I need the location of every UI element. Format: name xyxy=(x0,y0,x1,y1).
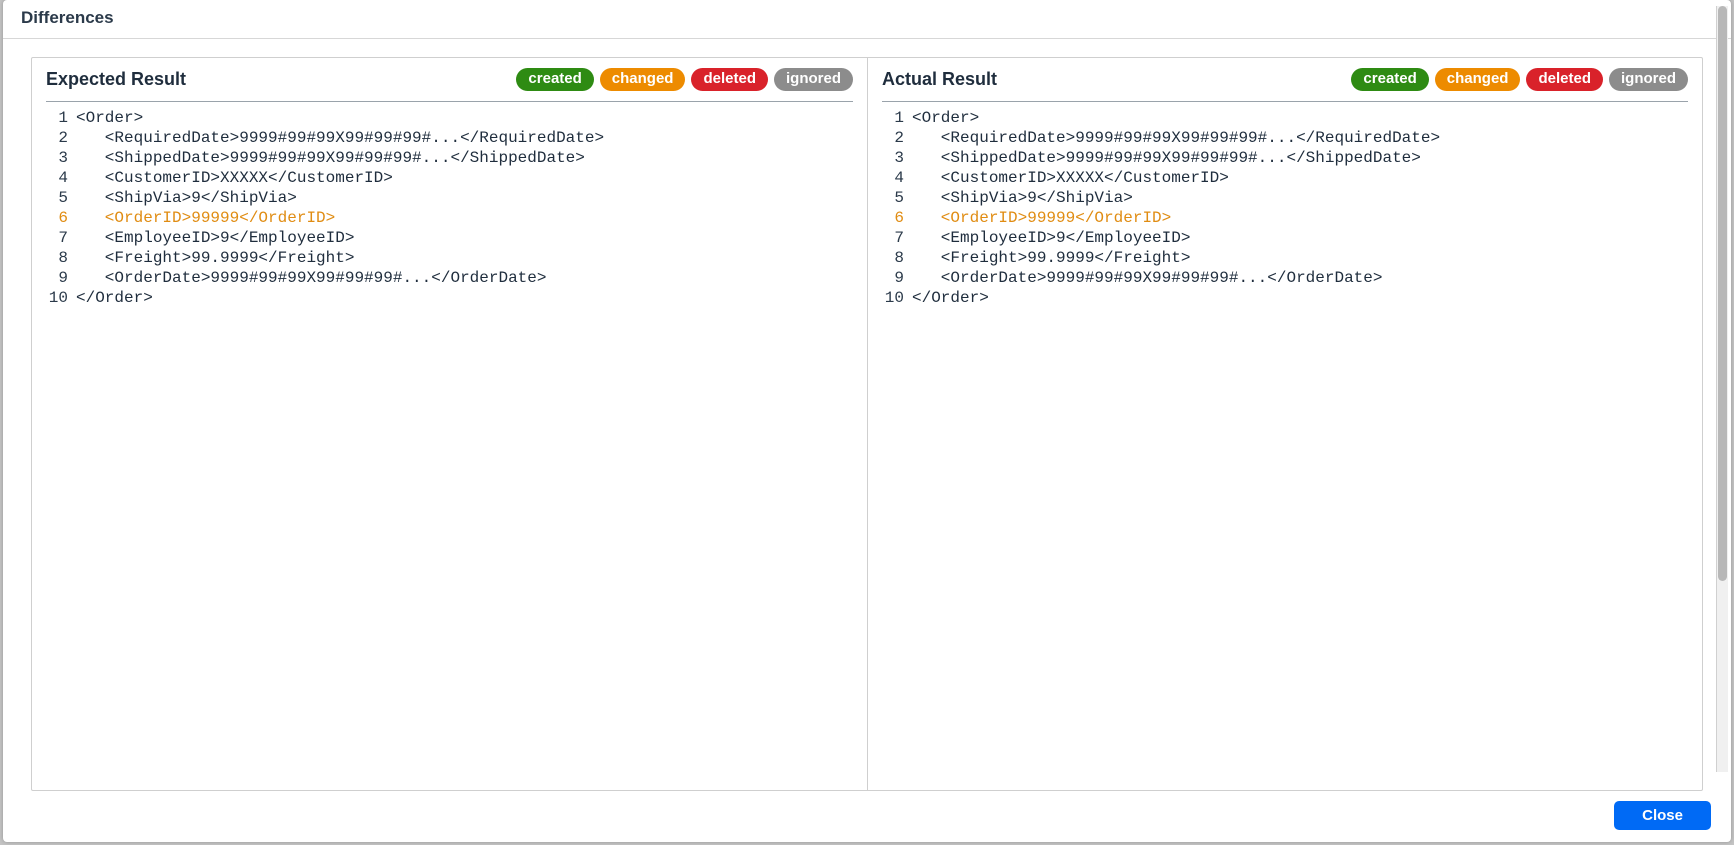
dialog-body: Expected Result created changed deleted … xyxy=(3,39,1731,791)
code-line[interactable]: 7 <EmployeeID>9</EmployeeID> xyxy=(32,228,867,248)
actual-separator xyxy=(882,101,1688,102)
expected-pane: Expected Result created changed deleted … xyxy=(32,58,867,790)
code-line[interactable]: 7 <EmployeeID>9</EmployeeID> xyxy=(868,228,1702,248)
line-text: <Freight>99.9999</Freight> xyxy=(910,248,1190,268)
code-line[interactable]: 8 <Freight>99.9999</Freight> xyxy=(32,248,867,268)
line-number: 9 xyxy=(46,268,74,288)
line-number: 8 xyxy=(46,248,74,268)
line-number: 2 xyxy=(882,128,910,148)
line-text: <EmployeeID>9</EmployeeID> xyxy=(74,228,354,248)
line-number: 7 xyxy=(882,228,910,248)
code-line[interactable]: 5 <ShipVia>9</ShipVia> xyxy=(32,188,867,208)
code-line[interactable]: 6 <OrderID>99999</OrderID> xyxy=(32,208,867,228)
line-text: <Freight>99.9999</Freight> xyxy=(74,248,354,268)
close-button[interactable]: Close xyxy=(1614,801,1711,830)
line-number: 2 xyxy=(46,128,74,148)
expected-pane-head: Expected Result created changed deleted … xyxy=(32,58,867,97)
line-number: 5 xyxy=(882,188,910,208)
line-text: <ShipVia>9</ShipVia> xyxy=(74,188,297,208)
badge-ignored[interactable]: ignored xyxy=(1609,68,1688,91)
code-line[interactable]: 5 <ShipVia>9</ShipVia> xyxy=(868,188,1702,208)
expected-badges: created changed deleted ignored xyxy=(516,68,853,91)
actual-pane-title: Actual Result xyxy=(882,69,1343,90)
code-line[interactable]: 8 <Freight>99.9999</Freight> xyxy=(868,248,1702,268)
code-line[interactable]: 1<Order> xyxy=(868,108,1702,128)
line-text: </Order> xyxy=(74,288,153,308)
line-text: <ShippedDate>9999#99#99X99#99#99#...</Sh… xyxy=(74,148,585,168)
line-text: <OrderID>99999</OrderID> xyxy=(910,208,1171,228)
line-number: 4 xyxy=(46,168,74,188)
line-text: <OrderDate>9999#99#99X99#99#99#...</Orde… xyxy=(74,268,546,288)
actual-badges: created changed deleted ignored xyxy=(1351,68,1688,91)
line-text: <RequiredDate>9999#99#99X99#99#99#...</R… xyxy=(910,128,1440,148)
line-number: 3 xyxy=(46,148,74,168)
actual-code[interactable]: 1<Order>2 <RequiredDate>9999#99#99X99#99… xyxy=(868,104,1702,790)
line-number: 10 xyxy=(46,288,74,308)
actual-pane: Actual Result created changed deleted ig… xyxy=(867,58,1702,790)
line-number: 3 xyxy=(882,148,910,168)
dialog-title: Differences xyxy=(3,0,1731,39)
expected-code[interactable]: 1<Order>2 <RequiredDate>9999#99#99X99#99… xyxy=(32,104,867,790)
line-number: 7 xyxy=(46,228,74,248)
badge-changed[interactable]: changed xyxy=(1435,68,1521,91)
line-number: 8 xyxy=(882,248,910,268)
dialog-footer: Close xyxy=(3,791,1731,842)
badge-created[interactable]: created xyxy=(516,68,593,91)
code-line[interactable]: 2 <RequiredDate>9999#99#99X99#99#99#...<… xyxy=(32,128,867,148)
badge-ignored[interactable]: ignored xyxy=(774,68,853,91)
line-text: <RequiredDate>9999#99#99X99#99#99#...</R… xyxy=(74,128,604,148)
scrollbar-thumb[interactable] xyxy=(1718,6,1727,581)
code-line[interactable]: 1<Order> xyxy=(32,108,867,128)
line-text: <OrderID>99999</OrderID> xyxy=(74,208,335,228)
expected-pane-title: Expected Result xyxy=(46,69,508,90)
line-text: <ShippedDate>9999#99#99X99#99#99#...</Sh… xyxy=(910,148,1421,168)
line-text: <OrderDate>9999#99#99X99#99#99#...</Orde… xyxy=(910,268,1382,288)
code-line[interactable]: 9 <OrderDate>9999#99#99X99#99#99#...</Or… xyxy=(32,268,867,288)
code-line[interactable]: 3 <ShippedDate>9999#99#99X99#99#99#...</… xyxy=(868,148,1702,168)
line-number: 1 xyxy=(882,108,910,128)
code-line[interactable]: 4 <CustomerID>XXXXX</CustomerID> xyxy=(32,168,867,188)
code-line[interactable]: 2 <RequiredDate>9999#99#99X99#99#99#...<… xyxy=(868,128,1702,148)
actual-pane-head: Actual Result created changed deleted ig… xyxy=(868,58,1702,97)
expected-separator xyxy=(46,101,853,102)
code-line[interactable]: 10</Order> xyxy=(32,288,867,308)
line-text: <ShipVia>9</ShipVia> xyxy=(910,188,1133,208)
badge-changed[interactable]: changed xyxy=(600,68,686,91)
line-number: 1 xyxy=(46,108,74,128)
code-line[interactable]: 6 <OrderID>99999</OrderID> xyxy=(868,208,1702,228)
badge-deleted[interactable]: deleted xyxy=(691,68,768,91)
differences-dialog: Differences Expected Result created chan… xyxy=(3,0,1731,842)
line-number: 9 xyxy=(882,268,910,288)
code-line[interactable]: 3 <ShippedDate>9999#99#99X99#99#99#...</… xyxy=(32,148,867,168)
line-text: <EmployeeID>9</EmployeeID> xyxy=(910,228,1190,248)
line-number: 6 xyxy=(46,208,74,228)
code-line[interactable]: 9 <OrderDate>9999#99#99X99#99#99#...</Or… xyxy=(868,268,1702,288)
line-number: 10 xyxy=(882,288,910,308)
line-text: <CustomerID>XXXXX</CustomerID> xyxy=(74,168,393,188)
compare-container: Expected Result created changed deleted … xyxy=(31,57,1703,791)
scrollbar-track[interactable] xyxy=(1716,6,1728,772)
line-number: 4 xyxy=(882,168,910,188)
line-text: <Order> xyxy=(74,108,143,128)
line-text: <Order> xyxy=(910,108,979,128)
line-text: </Order> xyxy=(910,288,989,308)
badge-deleted[interactable]: deleted xyxy=(1526,68,1603,91)
line-text: <CustomerID>XXXXX</CustomerID> xyxy=(910,168,1229,188)
line-number: 6 xyxy=(882,208,910,228)
code-line[interactable]: 10</Order> xyxy=(868,288,1702,308)
line-number: 5 xyxy=(46,188,74,208)
badge-created[interactable]: created xyxy=(1351,68,1428,91)
code-line[interactable]: 4 <CustomerID>XXXXX</CustomerID> xyxy=(868,168,1702,188)
